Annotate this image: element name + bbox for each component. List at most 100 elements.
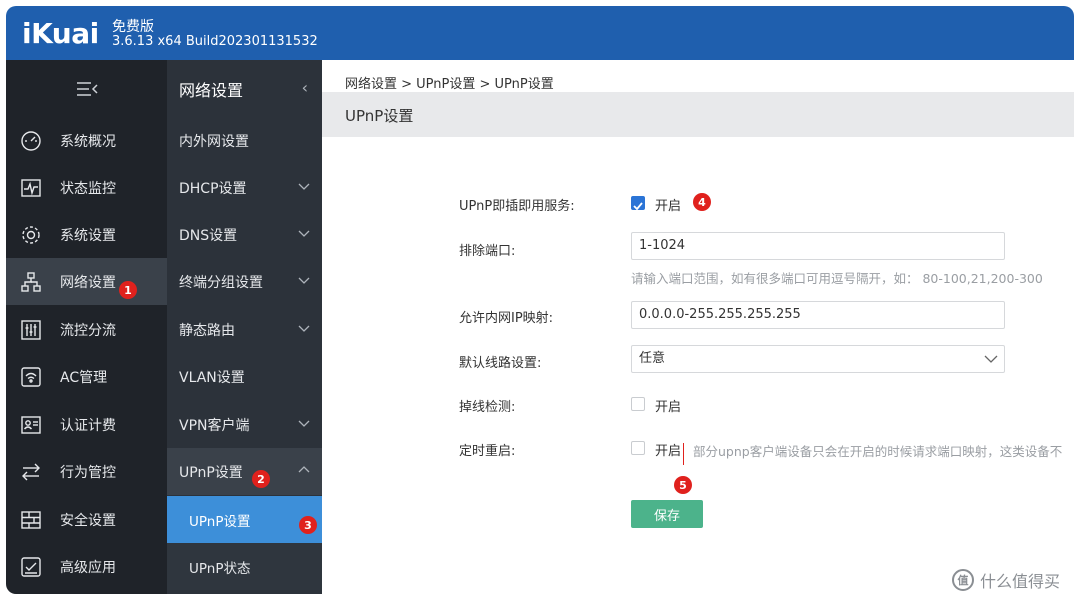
timed-reboot-option: 开启 [655,444,682,459]
sidebar-item-label: 安全设置 [60,512,116,529]
chevron-down-icon [298,183,310,190]
sidebar-item-label: 高级应用 [60,559,116,576]
timed-reboot-note: 部分upnp客户端设备只会在开启的时候请求端口映射，这类设备不 [693,444,1063,459]
watermark-text: 什么值得买 [980,572,1061,591]
secondary-nav-title: 网络设置 ‹ [167,60,322,117]
network-icon [18,271,44,293]
default-line-label: 默认线路设置: [459,356,542,371]
edition-label: 免费版 [112,19,154,35]
wifi-icon [18,366,44,388]
sidebar-item-ac[interactable]: AC管理 [6,353,167,400]
subnav-item-lan-wan[interactable]: 内外网设置 [167,117,322,164]
allow-ip-input[interactable]: 0.0.0.0-255.255.255.255 [631,301,1005,329]
chevron-down-icon [298,325,310,332]
subnav-item-label: 静态路由 [179,322,235,339]
sidebar-item-network[interactable]: 网络设置 1 [6,258,167,305]
drop-detect-checkbox[interactable] [631,397,645,411]
subnav-item-label: 内外网设置 [179,133,249,150]
sidebar-item-behavior[interactable]: 行为管控 [6,448,167,495]
arrows-icon [18,461,44,483]
secondary-nav: 网络设置 ‹ 内外网设置 DHCP设置 DNS设置 终端分组设置 静态路由 VL… [167,60,322,594]
firewall-icon [18,509,44,531]
default-line-select[interactable]: 任意 [631,345,1005,373]
sidebar-item-label: 网络设置 [60,274,116,291]
sidebar-item-label: 系统设置 [60,227,116,244]
gauge-icon [18,130,44,152]
exclude-ports-hint: 请输入端口范围，如有很多端口可用逗号隔开，如： 80-100,21,200-30… [631,271,1043,286]
logo: iKuai [22,17,99,50]
section-header: UPnP设置 [322,92,1074,137]
exclude-ports-label: 排除端口: [459,244,516,259]
subnav-subitem-upnp-status[interactable]: UPnP状态 [167,543,322,590]
sidebar-item-flow-control[interactable]: 流控分流 [6,306,167,353]
watermark-logo-icon: 值 [952,569,974,591]
timed-reboot-checkbox[interactable] [631,441,645,455]
upnp-service-option: 开启 [655,199,682,214]
chevron-down-icon [298,230,310,237]
exclude-ports-input[interactable]: 1-1024 [631,232,1005,260]
secondary-nav-title-text: 网络设置 [179,80,244,100]
step-badge-4: 4 [693,193,711,211]
upnp-service-checkbox[interactable] [631,196,645,211]
subnav-subitem-upnp-settings[interactable]: UPnP设置 3 [167,496,322,543]
subnav-item-dhcp[interactable]: DHCP设置 [167,164,322,211]
sliders-icon [18,319,44,341]
section-title: UPnP设置 [345,107,414,125]
subnav-item-label: DHCP设置 [179,180,247,197]
sidebar-item-label: 系统概况 [60,133,116,150]
subnav-subitem-label: UPnP设置 [189,513,251,530]
chevron-down-icon [984,355,998,363]
chevron-down-icon [298,420,310,427]
app-window: iKuai 免费版 3.6.13 x64 Build202301131532 系… [6,6,1074,594]
chevron-down-icon [298,277,310,284]
subnav-item-upnp[interactable]: UPnP设置 2 [167,448,322,495]
step-badge-2: 2 [252,470,270,488]
sidebar-item-auth[interactable]: 认证计费 [6,401,167,448]
sidebar-item-security[interactable]: 安全设置 [6,496,167,543]
subnav-item-label: DNS设置 [179,227,238,244]
collapse-arrow-icon[interactable]: ‹ [302,78,308,97]
allow-ip-label: 允许内网IP映射: [459,311,554,326]
version-label: 3.6.13 x64 Build202301131532 [112,34,318,49]
step-badge-1: 1 [119,281,137,299]
check-icon [633,202,643,211]
gear-icon [18,224,44,246]
checklist-icon [18,556,44,578]
main-content: 网络设置 > UPnP设置 > UPnP设置 UPnP设置 UPnP即插即用服务… [322,60,1074,594]
timed-reboot-label: 定时重启: [459,444,516,459]
sidebar-item-label: 认证计费 [60,417,116,434]
subnav-item-static-route[interactable]: 静态路由 [167,306,322,353]
subnav-item-vpn-client[interactable]: VPN客户端 [167,401,322,448]
step-badge-5: 5 [674,476,692,494]
sidebar-item-label: AC管理 [60,369,108,386]
annotation-pointer-line [683,443,684,465]
drop-detect-label: 掉线检测: [459,400,516,415]
pulse-icon [18,177,44,199]
sidebar-item-monitor[interactable]: 状态监控 [6,164,167,211]
subnav-item-terminal-group[interactable]: 终端分组设置 [167,258,322,305]
top-bar: iKuai 免费版 3.6.13 x64 Build202301131532 [6,6,1074,60]
save-button[interactable]: 保存 [631,500,703,528]
sidebar-item-label: 流控分流 [60,322,116,339]
upnp-service-label: UPnP即插即用服务: [459,199,575,214]
drop-detect-option: 开启 [655,400,682,415]
subnav-subitem-label: UPnP状态 [189,560,251,577]
sidebar-item-overview[interactable]: 系统概况 [6,117,167,164]
sidebar-item-advanced[interactable]: 高级应用 [6,543,167,590]
id-card-icon [18,414,44,436]
subnav-item-dns[interactable]: DNS设置 [167,211,322,258]
subnav-item-label: VLAN设置 [179,369,245,386]
default-line-value: 任意 [639,351,666,366]
menu-collapse-icon[interactable] [6,60,167,117]
subnav-item-label: VPN客户端 [179,417,250,434]
sidebar-item-system[interactable]: 系统设置 [6,211,167,258]
breadcrumb: 网络设置 > UPnP设置 > UPnP设置 [345,77,554,92]
step-badge-3: 3 [299,516,317,534]
chevron-up-icon [298,466,310,473]
subnav-item-label: 终端分组设置 [179,274,263,291]
primary-sidebar: 系统概况 状态监控 系统设置 网络设置 1 流控分流 AC管理 认证计费 行为管… [6,60,167,594]
subnav-item-label: UPnP设置 [179,464,243,481]
subnav-item-vlan[interactable]: VLAN设置 [167,353,322,400]
sidebar-item-label: 行为管控 [60,464,116,481]
sidebar-item-label: 状态监控 [60,180,116,197]
